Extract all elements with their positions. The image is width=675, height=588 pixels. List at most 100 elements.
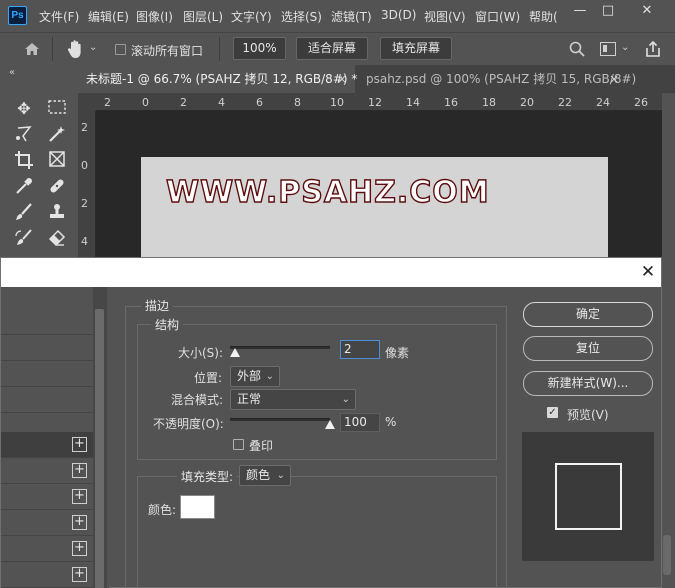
style-row[interactable]: + — [1, 458, 93, 484]
marquee-tool-icon[interactable] — [45, 97, 69, 121]
overprint-checkbox[interactable] — [233, 439, 244, 450]
position-value: 外部 — [237, 369, 262, 383]
move-tool-icon[interactable]: ✥ — [12, 97, 36, 121]
eraser-tool-icon[interactable] — [45, 228, 69, 252]
fit-screen-button[interactable]: 适合屏幕 — [296, 37, 368, 60]
ruler-tick: 12 — [368, 96, 382, 109]
blend-mode-select[interactable]: 正常 ⌄ — [230, 389, 356, 410]
preview-checkbox[interactable]: ✓ — [547, 407, 558, 418]
ruler-tick: 0 — [81, 159, 88, 172]
style-row[interactable] — [1, 361, 93, 387]
workspace-icon[interactable] — [600, 42, 616, 56]
style-row[interactable] — [1, 335, 93, 361]
brush-tool-icon[interactable] — [12, 202, 36, 226]
menu-type[interactable]: 文字(Y) — [231, 8, 272, 25]
add-style-icon[interactable]: + — [72, 515, 87, 530]
search-icon[interactable] — [568, 40, 586, 58]
close-tab-icon[interactable]: × — [609, 65, 619, 93]
vertical-ruler: 2 0 2 4 — [78, 111, 96, 261]
hand-tool-icon[interactable] — [65, 38, 85, 60]
ruler-tick: 6 — [256, 96, 263, 109]
style-row[interactable]: + — [1, 510, 93, 536]
close-window-button[interactable]: ✕ — [633, 2, 661, 20]
home-icon[interactable] — [22, 39, 42, 59]
blend-mode-value: 正常 — [237, 392, 262, 406]
minimize-button[interactable]: — — [566, 2, 594, 20]
add-style-icon[interactable]: + — [72, 567, 87, 582]
tab-psahz[interactable]: psahz.psd @ 100% (PSAHZ 拷贝 15, RGB/8#) — [358, 65, 636, 93]
lasso-tool-icon[interactable] — [12, 124, 36, 148]
styles-list-scrollbar-thumb[interactable] — [95, 309, 104, 588]
style-row[interactable] — [1, 309, 93, 335]
style-row[interactable]: + — [1, 536, 93, 562]
style-row-selected[interactable]: + — [1, 432, 93, 458]
healing-brush-icon[interactable] — [45, 176, 69, 200]
menu-view[interactable]: 视图(V) — [424, 8, 466, 25]
fill-type-select[interactable]: 颜色 ⌄ — [239, 465, 291, 486]
chevron-down-icon: ⌄ — [276, 470, 285, 481]
color-swatch[interactable] — [180, 495, 215, 519]
menu-image[interactable]: 图像(I) — [136, 8, 173, 25]
chevron-down-icon: ⌄ — [341, 394, 350, 405]
horizontal-ruler: 2 0 2 4 6 8 10 12 14 16 18 20 22 24 26 — [96, 93, 662, 111]
scroll-all-checkbox[interactable] — [115, 44, 126, 55]
document-canvas[interactable]: WWW.PSAHZ.COM — [141, 157, 608, 267]
canvas-area[interactable]: WWW.PSAHZ.COM — [96, 111, 662, 267]
add-style-icon[interactable]: + — [72, 437, 87, 452]
style-row[interactable] — [1, 387, 93, 413]
reset-button[interactable]: 复位 — [523, 336, 653, 361]
ruler-corner — [78, 93, 96, 111]
tab-label: 未标题-1 @ 66.7% (PSAHZ 拷贝 12, RGB/8#) * — [86, 72, 358, 86]
chevron-down-icon[interactable]: ⌄ — [621, 42, 629, 53]
new-style-button[interactable]: 新建样式(W)... — [523, 371, 653, 396]
opacity-input[interactable]: 100 — [340, 413, 380, 432]
ruler-tick: 4 — [81, 235, 88, 248]
menu-layer[interactable]: 图层(L) — [183, 8, 223, 25]
frame-tool-icon[interactable] — [45, 150, 69, 174]
tools-panel: « ✥ — [0, 65, 78, 265]
menu-help[interactable]: 帮助( — [529, 8, 558, 25]
size-slider[interactable] — [230, 346, 330, 349]
menu-file[interactable]: 文件(F) — [39, 8, 79, 25]
opacity-slider[interactable] — [230, 418, 330, 421]
style-preview — [522, 432, 654, 561]
close-tab-icon[interactable]: × — [337, 65, 347, 93]
ruler-tick: 20 — [520, 96, 534, 109]
clone-stamp-icon[interactable] — [45, 202, 69, 226]
crop-tool-icon[interactable] — [12, 150, 36, 174]
menu-filter[interactable]: 滤镜(T) — [331, 8, 372, 25]
ruler-tick: 14 — [406, 96, 420, 109]
menu-edit[interactable]: 编辑(E) — [88, 8, 129, 25]
chevron-down-icon[interactable]: ⌄ — [89, 42, 97, 53]
add-style-icon[interactable]: + — [72, 541, 87, 556]
menu-window[interactable]: 窗口(W) — [475, 8, 520, 25]
dialog-titlebar: ✕ — [1, 258, 661, 287]
dialog-close-icon[interactable]: ✕ — [637, 260, 659, 284]
magic-wand-icon[interactable] — [45, 124, 69, 148]
menu-select[interactable]: 选择(S) — [281, 8, 322, 25]
maximize-button[interactable]: □ — [594, 2, 622, 20]
scroll-all-label: 滚动所有窗口 — [131, 44, 204, 58]
position-label: 位置: — [194, 371, 223, 385]
add-style-icon[interactable]: + — [72, 489, 87, 504]
size-input[interactable]: 2 — [340, 340, 380, 359]
add-style-icon[interactable]: + — [72, 463, 87, 478]
ruler-tick: 4 — [218, 96, 225, 109]
zoom-input[interactable]: 100% — [233, 37, 286, 60]
style-row[interactable]: + — [1, 484, 93, 510]
style-row[interactable]: + — [1, 562, 93, 588]
menu-3d[interactable]: 3D(D) — [381, 8, 416, 22]
share-icon[interactable] — [643, 39, 663, 59]
canvas-scrollbar[interactable] — [662, 93, 675, 588]
eyedropper-icon[interactable] — [12, 176, 36, 200]
size-slider-thumb[interactable] — [230, 348, 240, 357]
ok-button[interactable]: 确定 — [523, 302, 653, 327]
opacity-slider-thumb[interactable] — [325, 420, 335, 429]
position-select[interactable]: 外部 ⌄ — [230, 366, 280, 387]
fill-screen-button[interactable]: 填充屏幕 — [380, 37, 452, 60]
tab-untitled-1[interactable]: 未标题-1 @ 66.7% (PSAHZ 拷贝 12, RGB/8#) * — [78, 65, 358, 93]
options-bar: ⌄ 滚动所有窗口 100% 适合屏幕 填充屏幕 ⌄ — [0, 32, 675, 65]
history-brush-icon[interactable] — [12, 228, 36, 252]
collapse-panel-icon[interactable]: « — [9, 67, 15, 78]
canvas-scrollbar-thumb[interactable] — [663, 535, 671, 575]
